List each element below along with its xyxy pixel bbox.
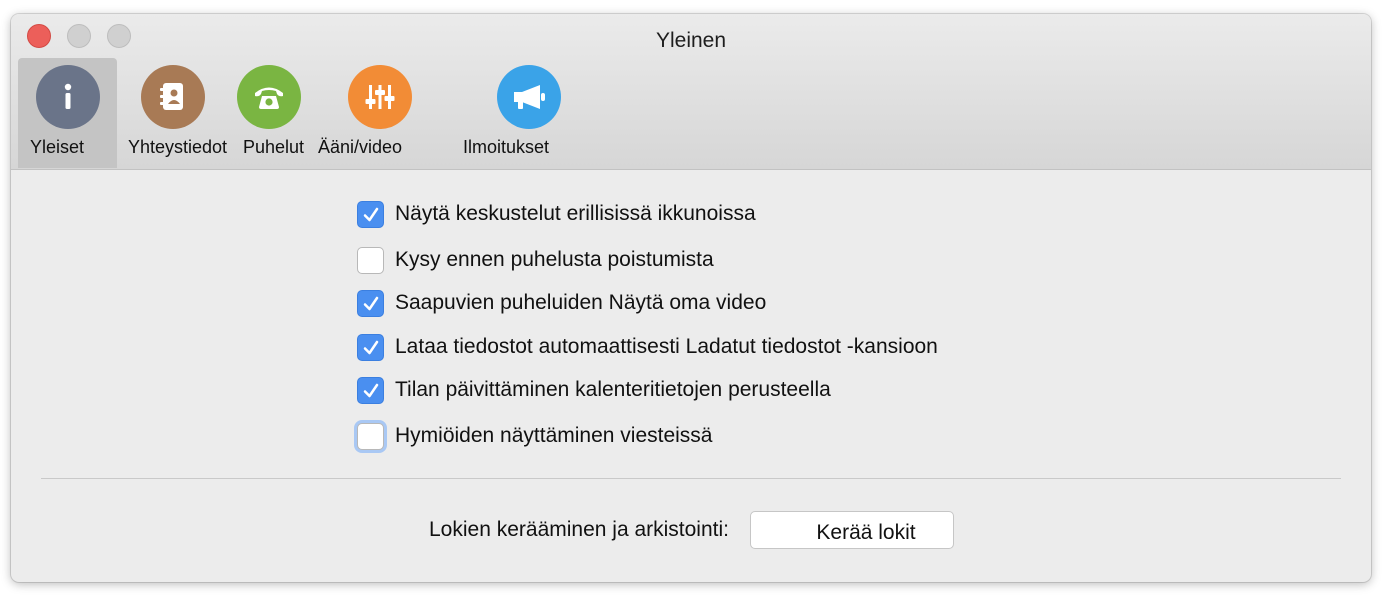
tab-audio-video-label: Ääni/video — [318, 137, 403, 157]
tab-notifications[interactable]: Ilmoitukset — [460, 58, 561, 168]
general-settings-panel: Näytä keskustelut erillisissä ikkunoissa… — [11, 170, 1371, 582]
option-label: Hymiöiden näyttäminen viesteissä — [395, 424, 713, 447]
checkmark-icon — [363, 383, 379, 398]
contacts-book-icon — [141, 65, 205, 129]
tab-contacts-label: Yhteystiedot — [128, 137, 228, 157]
tab-notifications-label: Ilmoitukset — [463, 137, 550, 157]
toolbar: Yleinen Yleiset Yhteystiedot Puhelut Ään… — [11, 14, 1371, 170]
tab-calls[interactable]: Puhelut — [237, 58, 313, 168]
tab-contacts[interactable]: Yhteystiedot — [126, 58, 236, 168]
checkbox-checked[interactable] — [357, 334, 384, 361]
tab-calls-label: Puhelut — [243, 137, 305, 157]
phone-icon — [237, 65, 301, 129]
preferences-window: Yleinen Yleiset Yhteystiedot Puhelut Ään… — [11, 14, 1371, 582]
checkbox-checked[interactable] — [357, 377, 384, 404]
checkmark-icon — [363, 340, 379, 355]
checkmark-icon — [363, 207, 379, 222]
tab-general[interactable]: Yleiset — [18, 58, 117, 168]
tab-audio-video[interactable]: Ääni/video — [317, 58, 417, 168]
option-label: Kysy ennen puhelusta poistumista — [395, 248, 714, 271]
checkbox-unchecked[interactable] — [357, 247, 384, 274]
sliders-icon — [348, 65, 412, 129]
info-icon — [36, 65, 100, 129]
collect-logs-button[interactable]: Kerää lokit — [750, 511, 954, 549]
option-label: Saapuvien puheluiden Näytä oma video — [395, 291, 767, 314]
tab-general-label: Yleiset — [30, 137, 85, 157]
divider — [41, 478, 1341, 479]
logs-label: Lokien kerääminen ja arkistointi: — [429, 518, 729, 541]
option-label: Näytä keskustelut erillisissä ikkunoissa — [395, 202, 756, 225]
option-label: Tilan päivittäminen kalenteritietojen pe… — [395, 378, 831, 401]
checkbox-unchecked[interactable] — [357, 423, 384, 450]
megaphone-icon — [497, 65, 561, 129]
window-title: Yleinen — [655, 29, 727, 52]
checkbox-checked[interactable] — [357, 201, 384, 228]
checkbox-checked[interactable] — [357, 290, 384, 317]
option-label: Lataa tiedostot automaattisesti Ladatut … — [395, 335, 938, 358]
checkmark-icon — [363, 296, 379, 311]
